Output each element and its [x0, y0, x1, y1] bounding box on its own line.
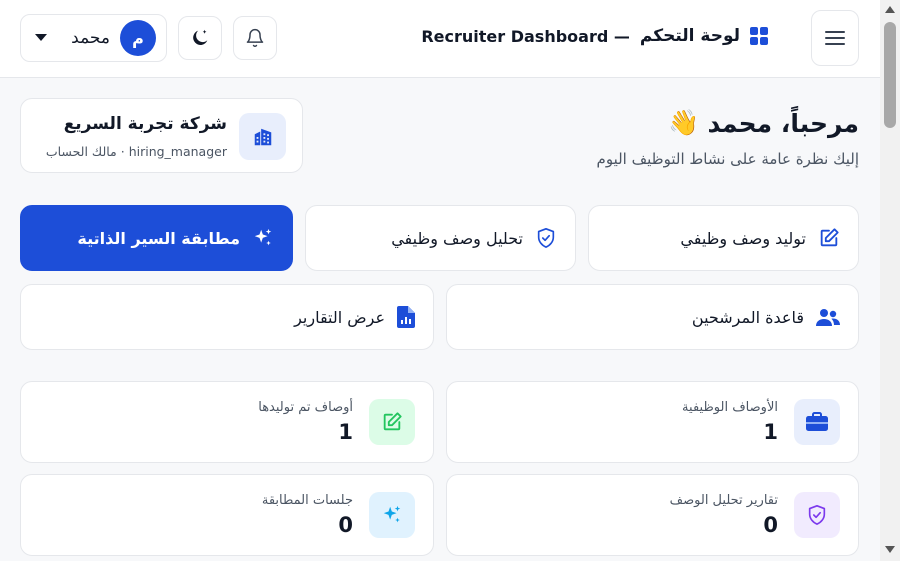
candidates-db-button[interactable]: قاعدة المرشحين: [446, 284, 859, 350]
stat-label: أوصاف تم توليدها: [258, 400, 353, 415]
stat-value: 1: [763, 420, 778, 444]
stat-card-job-descriptions: الأوصاف الوظيفية 1: [446, 381, 859, 463]
welcome-section: مرحباً، محمد 👋 إليك نظرة عامة على نشاط ا…: [597, 108, 859, 168]
brand: لوحة التحكم Recruiter Dashboard —: [421, 26, 768, 46]
shield-check-icon: [537, 228, 555, 248]
company-card: شركة تجربة السريع hiring_manager · مالك …: [20, 98, 303, 173]
welcome-title: مرحباً، محمد 👋: [597, 108, 859, 138]
stat-value: 0: [763, 513, 778, 537]
dashboard-grid-icon: [750, 27, 768, 45]
top-header: لوحة التحكم Recruiter Dashboard — محمد م: [0, 0, 880, 78]
view-reports-button[interactable]: عرض التقارير: [20, 284, 434, 350]
cv-matching-button[interactable]: مطابقة السير الذاتية: [20, 205, 293, 271]
notifications-button[interactable]: [233, 16, 277, 60]
avatar: م: [120, 20, 156, 56]
company-icon-box: [239, 113, 286, 160]
edit-icon: [383, 412, 402, 431]
stat-icon-box: [369, 492, 415, 538]
scroll-up-arrow[interactable]: [885, 6, 895, 13]
company-meta: hiring_manager · مالك الحساب: [45, 144, 227, 159]
stat-card-generated: أوصاف تم توليدها 1: [20, 381, 434, 463]
stat-label: الأوصاف الوظيفية: [682, 400, 778, 415]
stat-icon-box: [794, 399, 840, 445]
briefcase-icon: [806, 412, 828, 431]
shield-check-icon: [808, 505, 826, 525]
analyze-jd-button[interactable]: تحليل وصف وظيفي: [305, 205, 576, 271]
stat-card-analysis-reports: تقارير تحليل الوصف 0: [446, 474, 859, 556]
hamburger-icon: [825, 31, 845, 45]
page-title-en: Recruiter Dashboard —: [421, 26, 630, 46]
menu-button[interactable]: [811, 10, 859, 66]
scroll-down-arrow[interactable]: [885, 546, 895, 553]
report-icon: [397, 306, 415, 328]
action-label: تحليل وصف وظيفي: [391, 228, 523, 248]
user-name: محمد: [71, 28, 110, 48]
generate-jd-button[interactable]: توليد وصف وظيفي: [588, 205, 859, 271]
stat-icon-box: [369, 399, 415, 445]
user-menu-button[interactable]: محمد م: [20, 14, 167, 62]
caret-down-icon: [35, 34, 47, 41]
stat-value: 0: [338, 513, 353, 537]
action-label: مطابقة السير الذاتية: [77, 228, 240, 248]
edit-icon: [820, 228, 839, 247]
stat-value: 1: [338, 420, 353, 444]
bell-icon: [246, 28, 264, 48]
stat-icon-box: [794, 492, 840, 538]
theme-toggle-button[interactable]: [178, 16, 222, 60]
moon-icon: [193, 29, 208, 45]
stat-label: تقارير تحليل الوصف: [669, 493, 778, 508]
scrollbar[interactable]: [880, 0, 900, 561]
action-label: عرض التقارير: [294, 307, 385, 327]
sparkles-icon: [383, 505, 401, 523]
stat-card-matching-sessions: جلسات المطابقة 0: [20, 474, 434, 556]
waving-hand-icon: 👋: [668, 108, 700, 137]
sparkles-icon: [254, 228, 272, 246]
welcome-text: مرحباً، محمد: [707, 108, 859, 138]
page-title-ar: لوحة التحكم: [639, 26, 740, 46]
building-icon: [254, 128, 271, 145]
welcome-subtitle: إليك نظرة عامة على نشاط التوظيف اليوم: [596, 150, 859, 168]
action-label: توليد وصف وظيفي: [680, 228, 806, 248]
company-name: شركة تجربة السريع: [63, 114, 227, 134]
scroll-thumb[interactable]: [884, 22, 896, 128]
users-icon: [816, 309, 840, 326]
action-label: قاعدة المرشحين: [691, 307, 804, 327]
stat-label: جلسات المطابقة: [261, 493, 353, 508]
